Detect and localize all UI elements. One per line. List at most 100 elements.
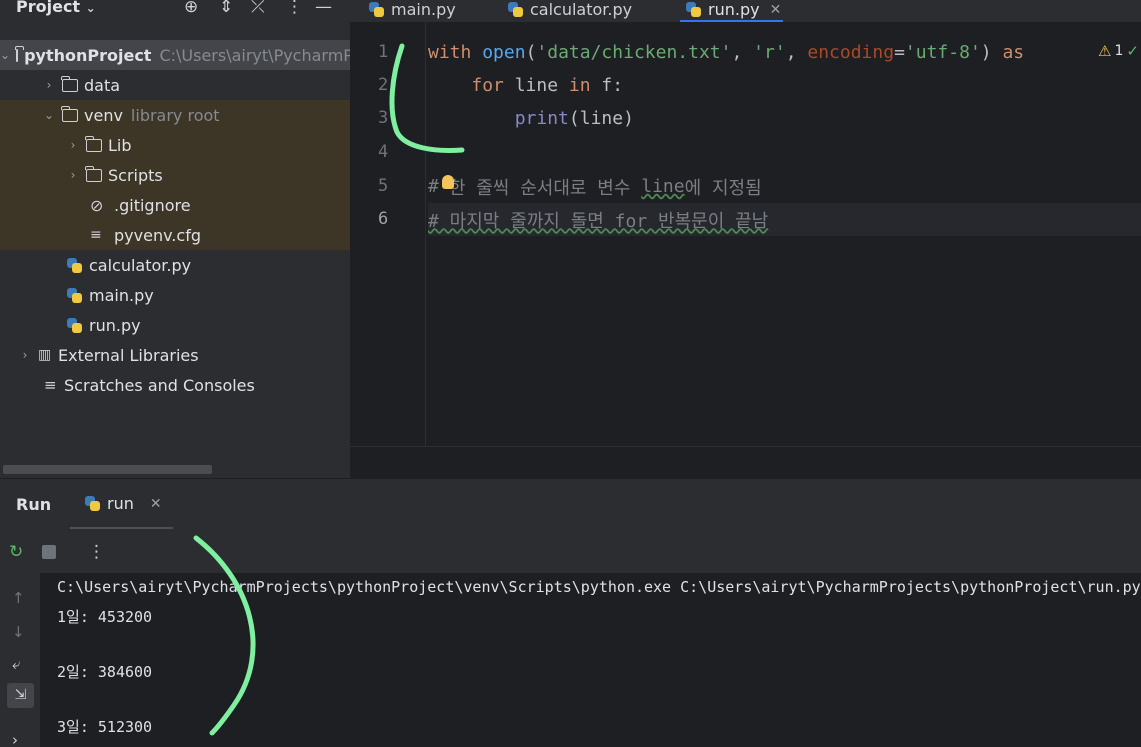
expand-all-icon[interactable]: ⇕ (219, 0, 233, 17)
text-file-icon: ≡ (90, 227, 102, 243)
chevron-right-icon[interactable]: › (12, 731, 18, 747)
code-editor[interactable]: 1 2 3 4 5 6 with open('data/chicken.txt'… (350, 22, 1141, 446)
run-tab-label: run (107, 494, 134, 513)
folder-icon (61, 75, 78, 92)
python-file-icon (685, 1, 702, 18)
run-panel: Run run ✕ ↻ ⋮ ↑ ↓ ⤶ ⇲ › C:\Users\airyt\P… (0, 478, 1141, 747)
python-file-icon (66, 317, 83, 334)
tab-main-py[interactable]: main.py (368, 0, 456, 22)
arrow-down-icon[interactable]: ↓ (12, 623, 25, 641)
chevron-right-icon[interactable]: › (18, 348, 32, 362)
code-line-1[interactable]: with open('data/chicken.txt', 'r', encod… (428, 36, 1024, 69)
code-area[interactable]: with open('data/chicken.txt', 'r', encod… (428, 22, 1141, 446)
python-file-icon (66, 287, 83, 304)
inspection-widget[interactable]: ⚠ 1 ✓ (1098, 42, 1139, 60)
python-file-icon (368, 1, 385, 18)
close-icon[interactable]: ✕ (150, 496, 162, 512)
code-line-2[interactable]: for line in f: (428, 69, 623, 102)
tab-run-py[interactable]: run.py ✕ (685, 0, 781, 22)
line-number-gutter: 1 2 3 4 5 6 (350, 22, 426, 446)
console-line: C:\Users\airyt\PycharmProjects\pythonPro… (57, 578, 1141, 596)
tree-item-label: External Libraries (58, 345, 199, 365)
tree-item-scratches[interactable]: ≡ Scratches and Consoles (0, 370, 350, 400)
line-number: 3 (378, 108, 389, 128)
console-line: 3일: 512300 (57, 718, 153, 736)
tree-item-run-py[interactable]: run.py (0, 310, 350, 340)
tree-item-label: Scratches and Consoles (64, 375, 255, 395)
chevron-down-icon[interactable]: ⌄ (0, 48, 10, 62)
folder-icon (15, 45, 25, 62)
tree-item-gitignore[interactable]: ⊘ .gitignore (0, 190, 350, 220)
code-line-3[interactable]: print (line) (428, 102, 634, 135)
console-line: 1일: 453200 (57, 608, 153, 626)
chevron-right-icon[interactable]: › (42, 78, 56, 92)
tree-item-scripts[interactable]: › Scripts (0, 160, 350, 190)
console-side-toolbar: ↑ ↓ ⤶ ⇲ › (0, 573, 40, 747)
line-number: 4 (378, 142, 389, 162)
locate-icon[interactable]: ⊕ (184, 0, 198, 17)
more-options-icon[interactable]: ⋮ (286, 0, 303, 17)
console-output[interactable]: C:\Users\airyt\PycharmProjects\pythonPro… (40, 573, 1141, 747)
project-panel: Project ⌄ ⊕ ⇕ ⤫ ⋮ — ⌄ pythonProject C:\U… (0, 0, 350, 478)
lightbulb-icon[interactable] (442, 175, 454, 189)
tree-item-label: Lib (108, 135, 132, 155)
ignored-file-icon: ⊘ (90, 195, 104, 215)
tab-label: calculator.py (530, 0, 633, 19)
tree-item-label: pythonProject (24, 45, 152, 65)
soft-wrap-icon[interactable]: ⤶ (12, 655, 20, 673)
tree-item-label: pyvenv.cfg (114, 225, 201, 245)
tree-item-label: venv (84, 105, 123, 125)
tree-item-label: run.py (89, 315, 141, 335)
close-icon[interactable]: ✕ (770, 2, 782, 18)
tree-item-label: .gitignore (114, 195, 191, 215)
folder-icon (85, 135, 102, 152)
tree-item-calculator-py[interactable]: calculator.py (0, 250, 350, 280)
code-line-5[interactable]: # 한 줄씩 순서대로 변수 line 에 지정됨 (428, 170, 762, 203)
editor-tab-bar: main.py calculator.py run.py ✕ (350, 0, 1141, 22)
project-title[interactable]: Project ⌄ (16, 0, 96, 16)
tree-item-venv[interactable]: ⌄ venv library root (0, 100, 350, 130)
line-number: 5 (378, 176, 389, 196)
run-toolbar: ↻ ⋮ (0, 529, 1141, 573)
tree-item-label: calculator.py (89, 255, 192, 275)
warning-icon: ⚠ (1098, 42, 1112, 60)
more-options-icon[interactable]: ⋮ (88, 542, 105, 562)
library-icon: ▥ (38, 347, 52, 363)
tree-item-pyvenv-cfg[interactable]: ≡ pyvenv.cfg (0, 220, 350, 250)
arrow-up-icon[interactable]: ↑ (12, 589, 25, 607)
folder-icon (85, 165, 102, 182)
folder-icon (61, 105, 78, 122)
stop-icon[interactable] (42, 545, 56, 559)
tree-item-main-py[interactable]: main.py (0, 280, 350, 310)
hide-panel-icon[interactable]: — (315, 0, 332, 17)
chevron-right-icon[interactable]: › (66, 138, 80, 152)
tab-calculator-py[interactable]: calculator.py (507, 0, 632, 22)
tree-item-label: Scripts (108, 165, 163, 185)
chevron-right-icon[interactable]: › (66, 168, 80, 182)
chevron-down-icon[interactable]: ⌄ (86, 1, 96, 15)
collapse-all-icon[interactable]: ⤫ (251, 0, 265, 17)
tree-item-label: main.py (89, 285, 154, 305)
python-file-icon (507, 1, 524, 18)
run-config-tab[interactable]: run ✕ (84, 494, 162, 513)
tree-item-data[interactable]: › data (0, 70, 350, 100)
code-line-6[interactable]: # 마지막 줄까지 돌면 for 반복문이 끝남 (428, 203, 1141, 236)
tree-item-pythonproject[interactable]: ⌄ pythonProject C:\Users\airyt\PycharmPr… (0, 40, 350, 70)
line-number: 1 (378, 42, 389, 62)
scroll-to-end-icon[interactable]: ⇲ (7, 683, 34, 708)
tree-item-lib[interactable]: › Lib (0, 130, 350, 160)
line-number: 6 (378, 209, 389, 229)
tree-item-external-libraries[interactable]: › ▥ External Libraries (0, 340, 350, 370)
console-line: 2일: 384600 (57, 663, 153, 681)
warning-count: 1 (1114, 43, 1124, 59)
run-panel-title: Run (16, 495, 52, 514)
tree-item-label: data (84, 75, 121, 95)
tree-item-note: library root (130, 105, 220, 125)
horizontal-scrollbar[interactable] (3, 465, 212, 474)
python-file-icon (84, 495, 101, 512)
rerun-icon[interactable]: ↻ (9, 542, 23, 562)
tab-label: main.py (391, 0, 456, 19)
chevron-down-icon[interactable]: ⌄ (42, 108, 56, 122)
project-header: Project ⌄ ⊕ ⇕ ⤫ ⋮ — (0, 0, 350, 22)
line-number: 2 (378, 75, 389, 95)
